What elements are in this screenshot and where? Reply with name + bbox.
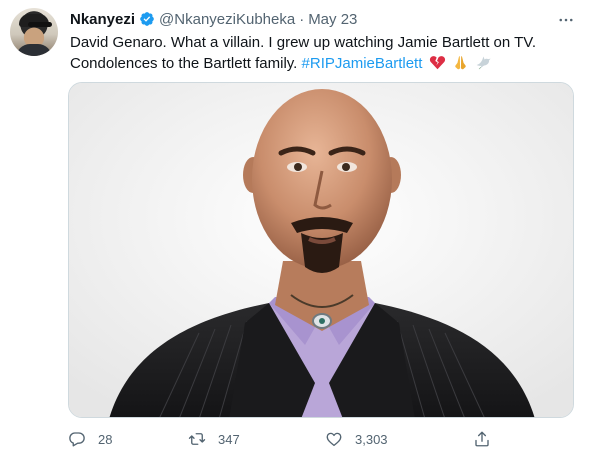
cap-brim-shape (28, 22, 52, 27)
tweet-date[interactable]: May 23 (308, 11, 357, 28)
tweet-actions: 28 347 3,303 (68, 428, 508, 450)
broken-heart-icon (429, 54, 446, 77)
tweet-photo[interactable] (68, 82, 574, 418)
reply-button[interactable]: 28 (68, 428, 112, 450)
more-icon[interactable] (554, 8, 578, 32)
tweet-text: David Genaro. What a villain. I grew up … (70, 32, 575, 77)
folded-hands-icon (452, 54, 469, 77)
tweet-text-line-2: Condolences to the Bartlett family. #RIP… (70, 53, 575, 77)
tweet[interactable]: Nkanyezi @NkanyeziKubheka · May 23 David… (0, 0, 591, 457)
share-icon (475, 431, 489, 447)
avatar[interactable] (10, 8, 58, 56)
author-handle[interactable]: @NkanyeziKubheka (159, 11, 295, 28)
hashtag-link[interactable]: #RIPJamieBartlett (302, 55, 423, 72)
like-button[interactable]: 3,303 (325, 428, 388, 450)
reply-icon (69, 432, 85, 447)
retweet-count: 347 (218, 431, 240, 447)
tweet-text-line-2-body: Condolences to the Bartlett family. (70, 55, 298, 72)
author-name[interactable]: Nkanyezi (70, 11, 135, 28)
dove-icon (475, 54, 492, 77)
retweet-icon (188, 433, 206, 445)
share-button[interactable] (473, 428, 491, 450)
portrait-illustration (69, 83, 573, 417)
verified-badge-icon (139, 11, 155, 27)
retweet-button[interactable]: 347 (188, 428, 240, 450)
separator-dot: · (299, 10, 305, 28)
tweet-text-line-1: David Genaro. What a villain. I grew up … (70, 34, 537, 51)
tweet-header: Nkanyezi @NkanyeziKubheka · May 23 (70, 9, 357, 29)
reply-count: 28 (98, 431, 113, 447)
heart-icon (326, 432, 342, 447)
like-count: 3,303 (355, 431, 388, 447)
shirt-shape (16, 44, 52, 56)
